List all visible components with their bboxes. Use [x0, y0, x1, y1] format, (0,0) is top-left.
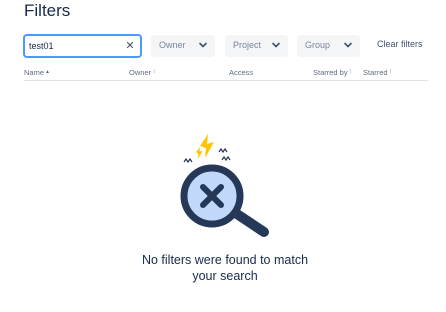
empty-state-line-1: No filters were found to match: [141, 253, 309, 267]
group-dropdown-label: Group: [305, 40, 331, 50]
owner-dropdown[interactable]: Owner: [151, 35, 215, 57]
owner-dropdown-label: Owner: [159, 40, 186, 50]
column-header-access: Access: [229, 68, 253, 77]
column-header-starred-by[interactable]: Starred by ⁞: [313, 68, 351, 77]
group-dropdown[interactable]: Group: [297, 35, 360, 57]
chevron-down-icon: [272, 42, 280, 48]
column-header-starred-label: Starred: [363, 68, 388, 77]
table-header: Name▲ Owner ⁞ Access Starred by ⁞ Starre…: [24, 68, 428, 81]
column-header-name[interactable]: Name▲: [24, 68, 50, 77]
project-dropdown[interactable]: Project: [225, 35, 288, 57]
chevron-down-icon: [344, 42, 352, 48]
close-icon[interactable]: ✕: [124, 39, 136, 53]
empty-state-message: No filters were found to match your sear…: [96, 252, 354, 284]
magnifier-no-results-icon: [180, 134, 269, 237]
search-input[interactable]: [29, 38, 121, 54]
column-header-starred-by-label: Starred by: [313, 68, 348, 77]
sortable-icon: ⁞: [152, 69, 155, 75]
column-header-access-label: Access: [229, 68, 254, 77]
sortable-icon: ⁞: [388, 69, 392, 75]
search-box[interactable]: ✕: [24, 35, 141, 57]
column-header-starred[interactable]: Starred ⁞: [363, 68, 391, 77]
sortable-icon: ⁞: [348, 69, 352, 75]
project-dropdown-label: Project: [233, 40, 262, 50]
filter-bar: ✕ Owner Project Group Clear filters: [24, 35, 424, 57]
sort-ascending-icon: ▲: [45, 69, 50, 75]
column-header-owner-label: Owner: [129, 68, 152, 77]
chevron-down-icon: [199, 42, 207, 48]
column-header-owner[interactable]: Owner ⁞: [129, 68, 155, 77]
page-title: Filters: [24, 1, 71, 20]
empty-state-line-2: your search: [192, 269, 258, 283]
clear-filters-button[interactable]: Clear filters: [377, 39, 423, 49]
column-header-name-label: Name: [24, 68, 45, 77]
